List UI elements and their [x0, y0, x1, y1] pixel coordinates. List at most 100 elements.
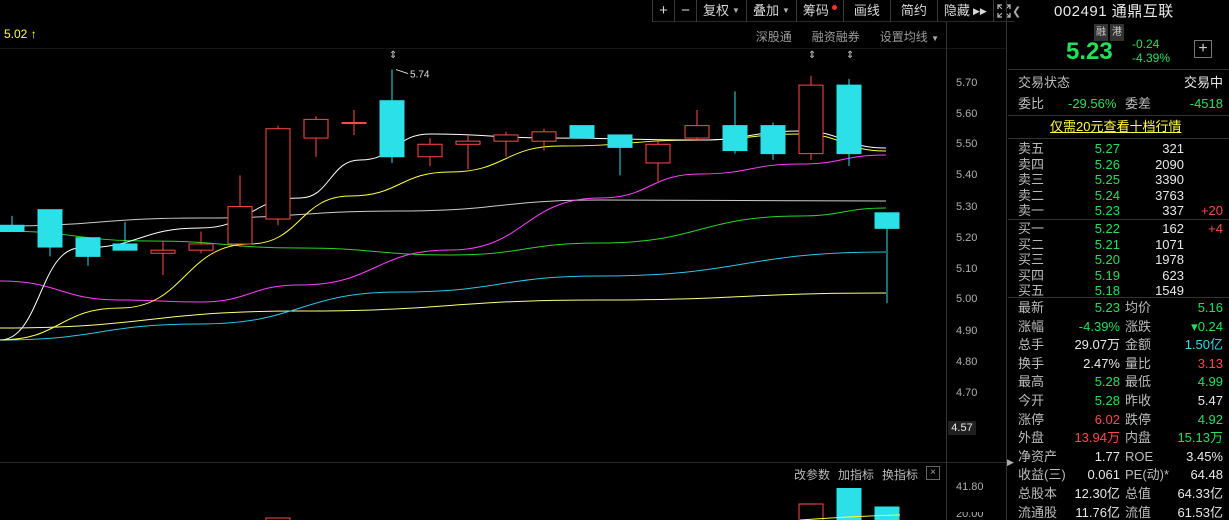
add-indicator-button[interactable]: 加指标 [838, 466, 874, 483]
stat-label: 总值 [1125, 486, 1152, 501]
stat-value: 5.16 [1197, 300, 1223, 315]
stat-value: 6.02 [1094, 411, 1120, 427]
double-arrow-right-icon: ▶▶ [972, 6, 987, 16]
candle-body-up [417, 143, 443, 158]
close-icon[interactable]: × [926, 466, 941, 480]
candle-body-down [874, 212, 900, 229]
candle-body-up [303, 118, 329, 139]
event-marker-icon: ⇕ [846, 50, 854, 61]
stat-value: 12.30亿 [1074, 486, 1120, 501]
sell-price: 5.24 [1094, 187, 1120, 203]
collapse-left-icon[interactable]: ❮ [1012, 4, 1021, 21]
diejia-button[interactable]: 叠加 ▼ [745, 0, 796, 22]
chouma-label: 筹码 [802, 3, 829, 18]
buy-volume: 1978 [1155, 252, 1184, 267]
axis-tick-label: 5.70 [956, 77, 978, 89]
stat-label: 最高 [1018, 374, 1045, 390]
axis-tick-label: 5.40 [956, 169, 978, 181]
expand-right-icon[interactable]: ▶ [1007, 455, 1014, 469]
chevron-down-icon: ▼ [732, 6, 740, 15]
modify-params-button[interactable]: 改参数 [794, 466, 830, 483]
jianyue-label: 简约 [900, 3, 927, 18]
candle-body-down [722, 125, 748, 152]
stat-label: ROE [1125, 448, 1154, 464]
buy-level-label: 买一 [1018, 221, 1045, 236]
volume-bar [798, 503, 824, 520]
candle-body-up [227, 206, 253, 245]
sell-volume: 2090 [1155, 156, 1184, 172]
price-change-pct: -4.39% [1132, 51, 1171, 65]
stat-value: 5.47 [1197, 393, 1223, 408]
stat-label: 涨停 [1018, 411, 1045, 427]
axis-tick-label: 4.90 [956, 325, 978, 337]
candle-body-up [493, 134, 519, 142]
add-watchlist-button[interactable]: + [1194, 40, 1212, 58]
hide-label: 隐藏 [943, 3, 970, 18]
sell-level-label: 卖四 [1018, 156, 1045, 172]
stat-value: 1.77 [1094, 448, 1120, 464]
candle-body-up [341, 121, 367, 124]
chouma-button[interactable]: 筹码 [795, 0, 843, 22]
up-arrow-icon: ↑ [30, 27, 37, 41]
axis-tick-label: 4.80 [956, 356, 978, 368]
quote-panel: ❮ 002491 通鼎互联 融港 5.23 -0.24 -4.39% + 交易状… [1008, 0, 1229, 520]
stat-label: 内盘 [1125, 430, 1152, 446]
candle-body-down [760, 125, 786, 155]
volume-chart[interactable] [0, 488, 946, 520]
notification-dot-icon [831, 5, 837, 10]
app-window: + − 复权 ▼ 叠加 ▼ 筹码 画线 简约 隐藏 ▶▶ 5.02 ↑ 深股通 融资融… [0, 0, 1229, 520]
stat-label: 涨跌 [1125, 318, 1152, 334]
sell-volume: 3763 [1155, 187, 1184, 203]
stat-label: 均价 [1125, 300, 1152, 315]
axis-current-price: 4.57 [948, 421, 976, 435]
stat-value: 1.50亿 [1184, 337, 1223, 353]
status-value: 交易中 [1183, 75, 1223, 90]
candle-body-down [607, 134, 633, 148]
huaxian-button[interactable]: 画线 [842, 0, 890, 22]
ma250-line [0, 292, 887, 329]
buy-level-label: 买二 [1018, 236, 1045, 252]
sell-level-label: 卖二 [1018, 187, 1045, 203]
sell-level-label: 卖五 [1018, 141, 1045, 156]
buy-volume: 623 [1162, 267, 1184, 283]
stat-label: 昨收 [1125, 393, 1152, 408]
candle-body-up [150, 249, 176, 254]
ma60-line [0, 199, 887, 227]
ma-settings-link[interactable]: 设置均线 ▼ [880, 28, 939, 45]
stock-name: 通鼎互联 [1111, 3, 1174, 20]
sell-volume: 321 [1162, 141, 1184, 156]
stat-value: 15.13万 [1177, 430, 1223, 446]
stat-value: 3.45% [1186, 448, 1223, 464]
sell-volume-delta: +20 [1200, 203, 1223, 218]
sell-price: 5.25 [1094, 172, 1120, 187]
zoom-in-button[interactable]: + [652, 0, 674, 22]
stat-label: 收益(三) [1018, 467, 1066, 483]
candle-body-down [0, 224, 25, 232]
hide-button[interactable]: 隐藏 ▶▶ [936, 0, 993, 22]
kline-chart[interactable]: 5.74 ⇕ ⇕ ⇕ [0, 48, 946, 462]
huaxian-label: 画线 [853, 3, 880, 18]
candle-body-down [75, 237, 101, 257]
stat-value: 5.28 [1094, 393, 1120, 408]
axis-tick-label: 5.20 [956, 232, 978, 244]
stat-label: 流通股 [1018, 504, 1058, 520]
stat-label: 量比 [1125, 355, 1152, 371]
sgt-link[interactable]: 深股通 [756, 28, 792, 45]
margin-trading-link[interactable]: 融资融券 [812, 28, 860, 45]
stat-label: 总股本 [1018, 486, 1058, 501]
fuquan-button[interactable]: 复权 ▼ [696, 0, 746, 22]
switch-indicator-button[interactable]: 换指标 [882, 466, 918, 483]
axis-tick-label: 4.70 [956, 387, 978, 399]
level10-promo-link[interactable]: 仅需20元查看十档行情 [1050, 118, 1181, 135]
jianyue-button[interactable]: 简约 [889, 0, 937, 22]
stat-label: 流值 [1125, 504, 1152, 520]
zoom-out-button[interactable]: − [674, 0, 696, 22]
weibi-value: -29.56% [1068, 96, 1117, 111]
volume-axis-label: 20.00 [956, 512, 984, 520]
buy-price: 5.22 [1094, 221, 1120, 236]
stat-value: 0.061 [1087, 467, 1120, 483]
stat-value: -4.39% [1078, 318, 1120, 334]
candle-body-up [455, 140, 481, 145]
stat-value: 29.07万 [1074, 337, 1120, 353]
stat-value: 11.76亿 [1075, 504, 1120, 520]
